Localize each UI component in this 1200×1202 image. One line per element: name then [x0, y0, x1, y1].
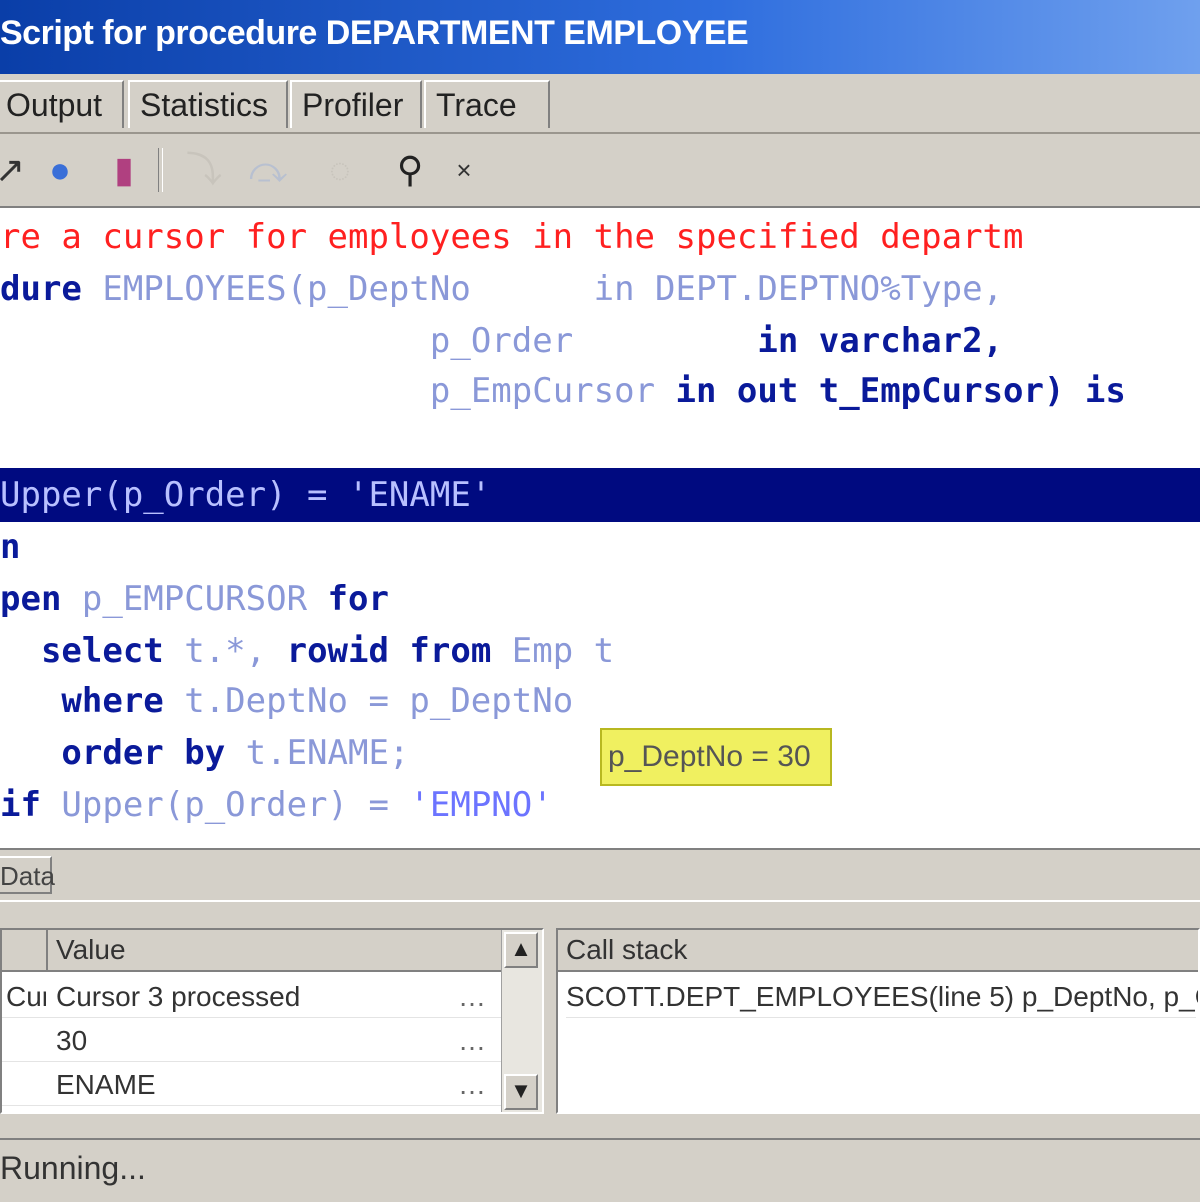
code-keyword: order by — [0, 733, 246, 773]
code-line-comment: re a cursor for employees in the specifi… — [0, 217, 1024, 257]
code-identifier: EMPLOYEES(p_DeptNo — [102, 269, 471, 309]
table-row[interactable]: 30 … — [2, 1020, 502, 1062]
bottom-tab-data[interactable]: Data — [0, 856, 55, 894]
code-identifier: Emp t — [511, 631, 615, 671]
code-keyword: rowid from — [286, 631, 512, 671]
status-bar: Running... — [0, 1138, 1200, 1202]
ellipsis-icon[interactable]: … — [458, 1020, 486, 1062]
code-text: in varchar2, — [573, 321, 1004, 361]
code-line: if Upper(p_Order) = 'EMPNO' — [0, 780, 553, 830]
code-identifier: t.DeptNo = p_DeptNo — [184, 681, 574, 721]
variables-panel: Value Cursor Cursor 3 processed … 30 … E… — [0, 928, 544, 1114]
code-keyword: where — [0, 681, 185, 721]
call-stack-panel: Call stack SCOTT.DEPT_EMPLOYEES(line 5) … — [556, 928, 1200, 1114]
variable-name: Cursor — [6, 981, 46, 1012]
bottom-tab-strip: Data — [0, 848, 1200, 902]
watch-icon[interactable]: × — [440, 148, 488, 192]
variables-name-header[interactable] — [2, 930, 48, 972]
tab-trace[interactable]: Trace — [424, 80, 550, 128]
code-line: p_Order in varchar2, — [0, 316, 1003, 366]
status-text: Running... — [0, 1150, 146, 1186]
scroll-down-icon[interactable]: ▼ — [504, 1074, 538, 1110]
code-line: dure EMPLOYEES(p_DeptNo in DEPT.DEPTNO%T… — [0, 264, 1003, 314]
tab-statistics[interactable]: Statistics — [128, 80, 288, 128]
tab-output[interactable]: Output — [0, 80, 124, 128]
code-line: n — [0, 527, 21, 567]
window-title: Script for procedure DEPARTMENT EMPLOYEE — [0, 14, 749, 52]
code-identifier: p_Order — [429, 321, 574, 361]
variable-value: ENAME — [56, 1069, 156, 1100]
call-stack-header[interactable]: Call stack — [558, 930, 1198, 972]
code-text: in out t_EmpCursor) is — [655, 371, 1126, 411]
table-row[interactable]: ENAME … — [2, 1064, 502, 1106]
code-line: pen p_EMPCURSOR for — [0, 574, 389, 624]
variables-value-header[interactable]: Value — [48, 930, 506, 972]
table-row[interactable]: Cursor Cursor 3 processed … — [2, 976, 502, 1018]
ellipsis-icon[interactable]: … — [458, 976, 486, 1018]
toolbar-separator — [158, 148, 163, 192]
step-over-icon[interactable]: ⤼ — [244, 148, 292, 192]
tab-profiler[interactable]: Profiler — [290, 80, 422, 128]
code-line: where t.DeptNo = p_DeptNo — [0, 676, 573, 726]
code-line-current: Upper(p_Order) = 'ENAME' — [0, 475, 492, 515]
code-identifier: t.*, — [184, 631, 287, 671]
breakpoint-icon[interactable]: ⚲ — [386, 148, 434, 192]
step-out-icon[interactable]: ◌ — [316, 148, 364, 192]
run-icon[interactable]: ● — [36, 148, 84, 192]
code-line: select t.*, rowid from Emp t — [0, 626, 614, 676]
variable-value: 30 — [56, 1025, 88, 1056]
code-line: order by t.ENAME; — [0, 728, 409, 778]
call-stack-row[interactable]: SCOTT.DEPT_EMPLOYEES(line 5) p_DeptNo, p… — [566, 976, 1198, 1018]
ellipsis-icon[interactable]: … — [458, 1064, 486, 1106]
step-icon[interactable]: ⤵ — [180, 148, 228, 192]
code-keyword: select — [0, 631, 185, 671]
code-identifier: p_EMPCURSOR — [81, 579, 308, 619]
title-bar: Script for procedure DEPARTMENT EMPLOYEE — [0, 0, 1200, 74]
code-editor[interactable]: re a cursor for employees in the specifi… — [0, 208, 1200, 848]
code-identifier: Upper(p_Order) = — [61, 785, 410, 825]
variables-scrollbar[interactable]: ▲ ▼ — [501, 930, 542, 1112]
arrow-icon[interactable]: ↗ — [0, 148, 34, 192]
stop-icon[interactable]: ▮ — [100, 148, 148, 192]
code-keyword: dure — [0, 269, 103, 309]
code-line: p_EmpCursor in out t_EmpCursor) is — [0, 366, 1126, 416]
code-identifier: t.ENAME; — [245, 733, 410, 773]
debug-toolbar: ↗ ● ▮ ⤵ ⤼ ◌ ⚲ × — [0, 134, 1200, 208]
scroll-up-icon[interactable]: ▲ — [504, 932, 538, 968]
code-keyword: pen — [0, 579, 82, 619]
code-keyword: for — [307, 579, 389, 619]
code-identifier: p_EmpCursor — [429, 371, 656, 411]
code-keyword: if — [0, 785, 62, 825]
code-text: in DEPT.DEPTNO%Type, — [470, 269, 1004, 309]
variable-tooltip: p_DeptNo = 30 — [600, 728, 832, 786]
variable-value: Cursor 3 processed — [56, 981, 301, 1012]
code-string: 'EMPNO' — [409, 785, 553, 825]
tab-bar: Output Statistics Profiler Trace — [0, 74, 1200, 134]
